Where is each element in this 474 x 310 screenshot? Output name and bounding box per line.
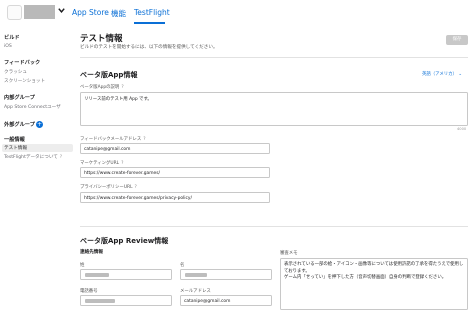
sidebar-heading-feedback: フィードバック	[4, 60, 41, 66]
sidebar-heading-general: 一般情報	[4, 137, 25, 143]
review-notes-line-2: ゲーム内「せってい」を押下した方（音声切替画面）自身の判断で登録ください。	[284, 275, 447, 280]
redacted-value	[85, 273, 109, 277]
review-notes-label: 審査メモ	[280, 251, 298, 256]
sidebar-item-ios[interactable]: iOS	[4, 44, 12, 49]
save-button[interactable]: 保存	[446, 35, 468, 45]
help-icon[interactable]: ?	[143, 137, 145, 142]
main-content: テスト情報 ビルドのテストを開始するには、以下の情報を提供してください。 保存 …	[78, 26, 474, 310]
sidebar-item-testflight-data-label: TestFlightデータについて	[4, 155, 58, 160]
add-group-icon[interactable]: +	[36, 121, 43, 128]
beta-info-section-title: ベータ版App情報	[80, 71, 138, 79]
first-name-label: 名	[180, 263, 185, 268]
page-subtitle: ビルドのテストを開始するには、以下の情報を提供してください。	[80, 45, 218, 50]
email-field[interactable]: catanipe@gmail.com	[180, 295, 272, 306]
marketing-url-label-text: マーケティングURL	[80, 161, 120, 166]
sidebar-item-testflight-data[interactable]: TestFlightデータについて?	[4, 154, 62, 160]
description-label-text: ベータ版Appの説明	[80, 85, 120, 90]
app-icon[interactable]	[7, 5, 22, 20]
help-icon[interactable]: ?	[121, 161, 123, 166]
sidebar: ビルド iOS フィードバック クラッシュ スクリーンショット 内部グループ A…	[0, 26, 76, 310]
email-label: メールアドレス	[180, 289, 211, 294]
description-char-counter: 4000	[457, 127, 467, 131]
app-name-redacted[interactable]	[24, 5, 55, 19]
language-select[interactable]: 英語（アメリカ） ⌄	[422, 71, 462, 77]
feedback-email-label: フィードバックメールアドレス?	[80, 136, 146, 142]
divider	[80, 226, 468, 227]
help-icon[interactable]: ?	[121, 85, 123, 90]
first-name-field[interactable]	[180, 269, 272, 280]
page-title: テスト情報	[80, 34, 123, 44]
top-bar: App Store 機能 TestFlight	[0, 0, 474, 26]
privacy-url-field[interactable]: https://www.create-forever.games/privacy…	[80, 192, 270, 203]
privacy-url-label-text: プライバシーポリシーURL	[80, 185, 133, 190]
tab-app-store[interactable]: App Store	[72, 8, 109, 17]
help-icon[interactable]: ?	[135, 185, 137, 190]
review-notes-line-1: 表示されている一部の絵・アイコン・画像等については使用許諾の了承を得たうえで使用…	[284, 262, 464, 274]
contact-heading: 連絡先情報	[80, 250, 103, 255]
last-name-label: 姓	[80, 263, 85, 268]
sidebar-heading-external: 外部グループ	[4, 122, 35, 128]
tab-testflight[interactable]: TestFlight	[134, 8, 170, 17]
redacted-value	[185, 273, 207, 277]
tab-features[interactable]: 機能	[111, 8, 126, 19]
sidebar-item-asc-users[interactable]: App Store Connectユーザ	[4, 104, 61, 110]
divider	[80, 57, 468, 58]
chevron-down-icon[interactable]	[57, 6, 66, 15]
sidebar-heading-build: ビルド	[4, 35, 20, 41]
marketing-url-label: マーケティングURL?	[80, 160, 123, 166]
review-section-title: ベータ版App Review情報	[80, 237, 169, 245]
marketing-url-field[interactable]: https://www.create-forever.games/	[80, 167, 270, 178]
phone-field[interactable]	[80, 295, 172, 306]
chevron-down-icon: ⌄	[458, 72, 462, 77]
active-tab-indicator	[134, 22, 165, 24]
language-label: 英語（アメリカ）	[422, 72, 457, 77]
sidebar-item-screenshots[interactable]: スクリーンショット	[4, 78, 45, 84]
sidebar-heading-internal: 内部グループ	[4, 95, 35, 101]
help-icon[interactable]: ?	[60, 154, 62, 159]
last-name-field[interactable]	[80, 269, 172, 280]
description-textarea[interactable]: リリース前のテスト用 App です。	[80, 92, 468, 126]
privacy-url-label: プライバシーポリシーURL?	[80, 184, 137, 190]
redacted-value	[85, 299, 115, 303]
review-notes-textarea[interactable]: 表示されている一部の絵・アイコン・画像等については使用許諾の了承を得たうえで使用…	[280, 258, 468, 310]
phone-label: 電話番号	[80, 289, 98, 294]
feedback-email-field[interactable]: catanipe@gmail.com	[80, 143, 270, 154]
description-label: ベータ版Appの説明?	[80, 84, 124, 90]
sidebar-item-test-info[interactable]: テスト情報	[4, 145, 27, 151]
sidebar-item-crashes[interactable]: クラッシュ	[4, 69, 27, 75]
feedback-email-label-text: フィードバックメールアドレス	[80, 137, 142, 142]
